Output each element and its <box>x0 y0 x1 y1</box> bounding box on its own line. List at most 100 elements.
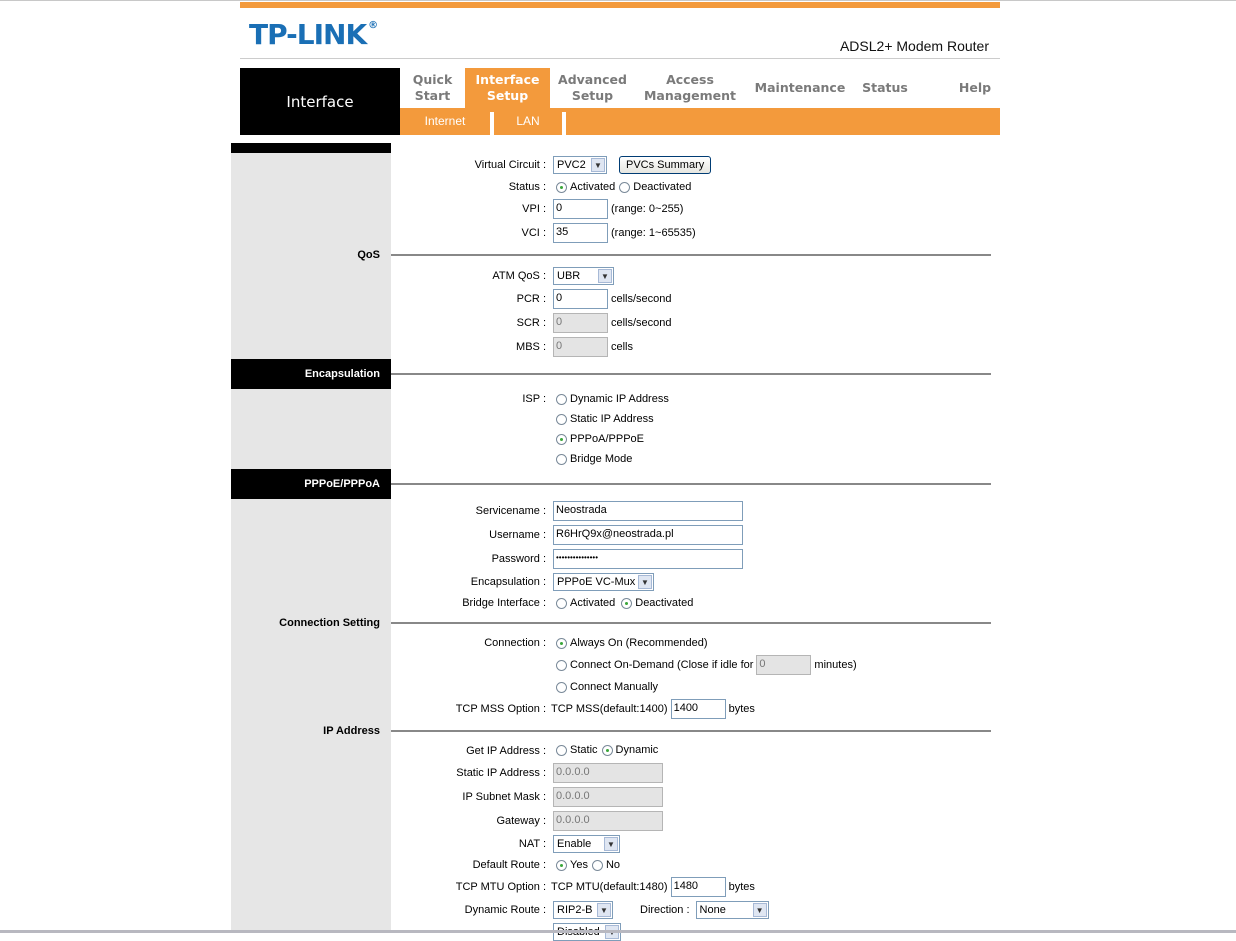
get-ip-static-radio[interactable] <box>556 744 567 756</box>
atm-qos-select[interactable]: UBR ▼ <box>553 267 614 285</box>
pvcs-summary-button[interactable]: PVCs Summary <box>619 156 712 174</box>
pcr-input[interactable]: 0 <box>553 289 608 309</box>
get-ip-dynamic-radio[interactable] <box>601 744 613 756</box>
manual-radio[interactable] <box>556 681 567 693</box>
servicename-input[interactable]: Neostrada <box>553 501 743 521</box>
chevron-down-icon: ▼ <box>598 269 612 283</box>
on-demand-radio[interactable] <box>556 659 567 671</box>
static-ip-label: Static IP Address : <box>456 767 546 779</box>
username-label: Username : <box>489 529 546 541</box>
radio-label: Activated <box>570 181 616 193</box>
connection-always-on: Always On (Recommended) <box>556 637 708 649</box>
status-deactivated-radio[interactable] <box>619 181 631 193</box>
tcp-mtu-text: TCP MTU(default:1480) <box>551 881 668 893</box>
isp-label: ISP : <box>522 393 546 405</box>
isp-pppoe-radio[interactable] <box>556 433 567 445</box>
servicename-label: Servicename : <box>475 505 546 517</box>
vpi-input[interactable]: 0 <box>553 199 608 219</box>
vpi-hint: (range: 0~255) <box>611 203 684 215</box>
default-route-no-radio[interactable] <box>591 859 603 871</box>
virtual-circuit-select[interactable]: PVC2 ▼ <box>553 156 607 174</box>
mbs-input[interactable]: 0 <box>553 337 608 357</box>
vci-row: 35 (range: 1~65535) <box>553 223 696 243</box>
direction-select[interactable]: None ▼ <box>695 901 769 919</box>
virtual-circuit-row: PVC2 ▼ PVCs Summary <box>553 156 712 174</box>
nav-advanced-setup[interactable]: Advanced Setup <box>550 68 635 108</box>
subnav-internet[interactable]: Internet <box>400 108 490 135</box>
radio-label: Bridge Mode <box>570 453 633 465</box>
idle-minutes-input[interactable]: 0 <box>756 655 812 675</box>
header-divider <box>240 58 1000 59</box>
isp-dynamic-radio[interactable] <box>556 393 567 405</box>
gateway-input[interactable]: 0.0.0.0 <box>553 811 663 831</box>
header-accent-bar <box>240 2 1000 8</box>
chevron-down-icon: ▼ <box>591 158 605 172</box>
tcp-mss-unit: bytes <box>728 703 755 715</box>
scr-label: SCR : <box>516 317 546 329</box>
nav-access-management[interactable]: Access Management <box>640 68 740 108</box>
nav-label: Setup <box>486 88 529 103</box>
vci-hint: (range: 1~65535) <box>611 227 696 239</box>
section-divider <box>391 730 991 732</box>
bridge-activated-radio[interactable] <box>556 597 567 609</box>
subnav-lan[interactable]: LAN <box>494 108 562 135</box>
section-divider <box>391 483 991 485</box>
nav-status[interactable]: Status <box>855 68 915 108</box>
nav-label: Start <box>414 88 451 103</box>
radio-label: Activated <box>570 597 616 609</box>
vci-input[interactable]: 35 <box>553 223 608 243</box>
nav-maintenance[interactable]: Maintenance <box>750 68 850 108</box>
static-ip-input[interactable]: 0.0.0.0 <box>553 763 663 783</box>
nat-row: Enable ▼ <box>553 835 620 853</box>
isp-bridge-radio[interactable] <box>556 453 567 465</box>
always-on-radio[interactable] <box>556 637 567 649</box>
tcp-mss-label: TCP MSS Option : <box>455 703 546 715</box>
nav-interface-setup[interactable]: Interface Setup <box>465 68 550 108</box>
atm-qos-row: UBR ▼ <box>553 267 614 285</box>
nat-label: NAT : <box>518 838 546 850</box>
default-route-yes-radio[interactable] <box>556 859 567 871</box>
mbs-row: 0 cells <box>553 337 633 357</box>
bridge-deactivated-radio[interactable] <box>621 597 633 609</box>
radio-label: Dynamic <box>615 744 659 756</box>
gateway-row: 0.0.0.0 <box>553 811 663 831</box>
status-label: Status : <box>508 181 546 193</box>
isp-static-radio[interactable] <box>556 413 567 425</box>
select-value: RIP2-B <box>557 904 593 916</box>
subnet-mask-input[interactable]: 0.0.0.0 <box>553 787 663 807</box>
nav-help[interactable]: Help <box>950 68 1000 108</box>
qos-section-label: QoS <box>357 249 380 261</box>
scr-input[interactable]: 0 <box>553 313 608 333</box>
nat-select[interactable]: Enable ▼ <box>553 835 620 853</box>
servicename-row: Neostrada <box>553 501 743 521</box>
encapsulation-select[interactable]: PPPoE VC-Mux ▼ <box>553 573 654 591</box>
tcp-mss-text: TCP MSS(default:1400) <box>551 703 668 715</box>
product-name: ADSL2+ Modem Router <box>839 38 989 54</box>
chevron-down-icon: ▼ <box>752 903 767 917</box>
get-ip-radio-group: Static Dynamic <box>556 744 658 756</box>
scr-unit: cells/second <box>611 317 672 329</box>
nav-label: Advanced <box>558 72 627 87</box>
static-ip-row: 0.0.0.0 <box>553 763 663 783</box>
password-input[interactable]: ••••••••••••••• <box>553 549 743 569</box>
chevron-down-icon: ▼ <box>604 837 618 851</box>
gateway-label: Gateway : <box>496 815 546 827</box>
radio-label: Connect On-Demand (Close if idle for <box>570 659 754 671</box>
vpi-label: VPI : <box>522 203 546 215</box>
section-divider <box>391 622 991 624</box>
radio-label: Static IP Address <box>570 413 654 425</box>
dynamic-route-select[interactable]: RIP2-B ▼ <box>553 901 613 919</box>
radio-label: Connect Manually <box>570 681 659 693</box>
tcp-mss-row: TCP MSS(default:1400) 1400 bytes <box>551 699 755 719</box>
tcp-mtu-input[interactable]: 1480 <box>670 877 726 897</box>
username-input[interactable]: R6HrQ9x@neostrada.pl <box>553 525 743 545</box>
nav-quick-start[interactable]: Quick Start <box>400 68 465 108</box>
nav-label: Management <box>643 88 736 103</box>
subnav-separator <box>562 112 566 135</box>
status-activated-radio[interactable] <box>556 181 567 193</box>
pppoe-section-header: PPPoE/PPPoA <box>231 469 391 499</box>
tcp-mss-input[interactable]: 1400 <box>670 699 726 719</box>
registered-mark: ® <box>368 20 378 31</box>
tcp-mtu-label: TCP MTU Option : <box>455 881 546 893</box>
radio-label: Static <box>570 744 598 756</box>
